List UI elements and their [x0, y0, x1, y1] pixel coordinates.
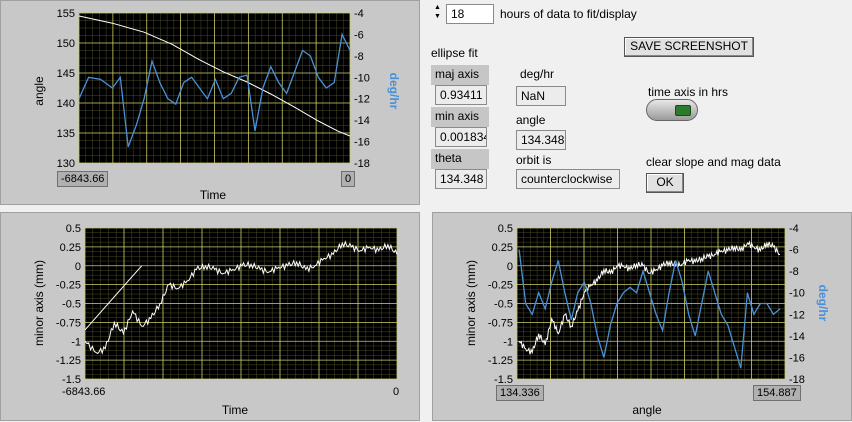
ok-button[interactable]: OK — [646, 173, 684, 193]
y2-tick-label: -14 — [789, 331, 805, 343]
y-tick-label: -0.25 — [56, 280, 81, 292]
y2-tick-label: -8 — [354, 51, 364, 63]
y-tick-label: 0.5 — [66, 223, 81, 235]
y2-tick-label: -4 — [354, 8, 364, 20]
y-tick-label: 140 — [57, 98, 75, 110]
deghr-label: deg/hr — [520, 67, 555, 81]
maj-axis-value: 0.93411 — [435, 85, 487, 105]
y-tick-label: 0 — [507, 261, 513, 273]
theta-value: 134.348 — [435, 169, 487, 189]
y2-tick-label: -10 — [789, 288, 805, 300]
angle-value: 134.348 — [516, 130, 566, 150]
orbit-label: orbit is — [516, 153, 552, 167]
y2-tick-label: -8 — [789, 266, 799, 278]
hours-label: hours of data to fit/display — [500, 7, 637, 21]
y-tick-label: -0.75 — [56, 317, 81, 329]
time-axis-hrs-label: time axis in hrs — [648, 85, 729, 99]
angle-chart-panel: 155 150 145 140 135 130 -4 -6 -8 -10 -12 -14 -16 -18… — [0, 0, 420, 205]
y-axis-label: minor axis (mm) — [32, 260, 46, 346]
minor-axis-angle-panel: 0.5 0.25 0 -0.25 -0.5 -0.75 -1 -1.25 -1.5 -4 -6 -8… — [432, 212, 852, 421]
y2-axis-label: deg/hr — [816, 285, 830, 322]
y-tick-label: -1.25 — [56, 355, 81, 367]
y-tick-label: 130 — [57, 158, 75, 170]
y-tick-label: -0.5 — [62, 299, 81, 311]
x-min-label[interactable]: 134.336 — [496, 385, 544, 401]
min-axis-label: min axis — [431, 107, 489, 127]
x-axis-label: Time — [200, 188, 227, 202]
y-tick-label: -1 — [503, 336, 513, 348]
y2-axis-label: deg/hr — [387, 73, 401, 110]
x-max-label[interactable]: 0 — [341, 171, 355, 187]
hours-input[interactable]: 18 — [446, 4, 494, 24]
x-max-label[interactable]: 0 — [390, 385, 402, 399]
y-tick-label: 0.25 — [492, 242, 513, 254]
y-tick-label: 0 — [75, 261, 81, 273]
x-axis-label: Time — [222, 403, 249, 417]
y-tick-label: 155 — [57, 8, 75, 20]
y-tick-label: -0.25 — [488, 280, 513, 292]
maj-axis-label: maj axis — [431, 65, 489, 85]
y2-tick-label: -10 — [354, 72, 370, 84]
y2-tick-label: -16 — [789, 352, 805, 364]
y2-tick-label: -4 — [789, 223, 799, 235]
y-axis-label: angle — [32, 76, 46, 106]
deghr-value: NaN — [516, 86, 566, 106]
y-axis-label: minor axis (mm) — [464, 260, 478, 346]
y2-tick-label: -6 — [789, 245, 799, 257]
y-tick-label: 0.25 — [60, 242, 81, 254]
increment-arrow-icon[interactable]: ▲ — [434, 3, 446, 12]
save-screenshot-button[interactable]: SAVE SCREENSHOT — [624, 37, 754, 57]
minor-axis-time-panel: 0.5 0.25 0 -0.25 -0.5 -0.75 -1 -1.25 -1.5 minor … — [0, 212, 420, 421]
y-tick-label: 145 — [57, 68, 75, 80]
hours-stepper[interactable]: ▲ ▼ — [434, 3, 446, 23]
y2-tick-label: -16 — [354, 137, 370, 149]
x-min-label[interactable]: -6843.66 — [59, 385, 108, 399]
y2-tick-label: -12 — [789, 309, 805, 321]
y-tick-label: -1 — [71, 336, 81, 348]
y-tick-label: -1.25 — [488, 355, 513, 367]
clear-data-label: clear slope and mag data — [646, 155, 781, 169]
x-max-label[interactable]: 154.887 — [753, 385, 801, 401]
angle-label: angle — [516, 113, 546, 127]
x-axis-label: angle — [632, 403, 662, 417]
min-axis-value: 0.001834 — [435, 127, 487, 147]
y-tick-label: -0.5 — [494, 299, 513, 311]
y2-tick-label: -12 — [354, 94, 370, 106]
y-tick-label: 135 — [57, 128, 75, 140]
orbit-value: counterclockwise — [516, 169, 620, 189]
theta-label: theta — [431, 149, 489, 169]
y-tick-label: 150 — [57, 38, 75, 50]
y-tick-label: -0.75 — [488, 317, 513, 329]
toggle-led-icon — [675, 105, 691, 116]
y-tick-label: 0.5 — [498, 223, 513, 235]
ellipse-fit-title: ellipse fit — [431, 46, 478, 60]
y2-tick-label: -6 — [354, 29, 364, 41]
x-min-label[interactable]: -6843.66 — [57, 171, 109, 187]
decrement-arrow-icon[interactable]: ▼ — [434, 12, 446, 21]
time-axis-toggle[interactable] — [646, 99, 698, 121]
y2-tick-label: -18 — [354, 158, 370, 170]
y2-tick-label: -14 — [354, 115, 370, 127]
